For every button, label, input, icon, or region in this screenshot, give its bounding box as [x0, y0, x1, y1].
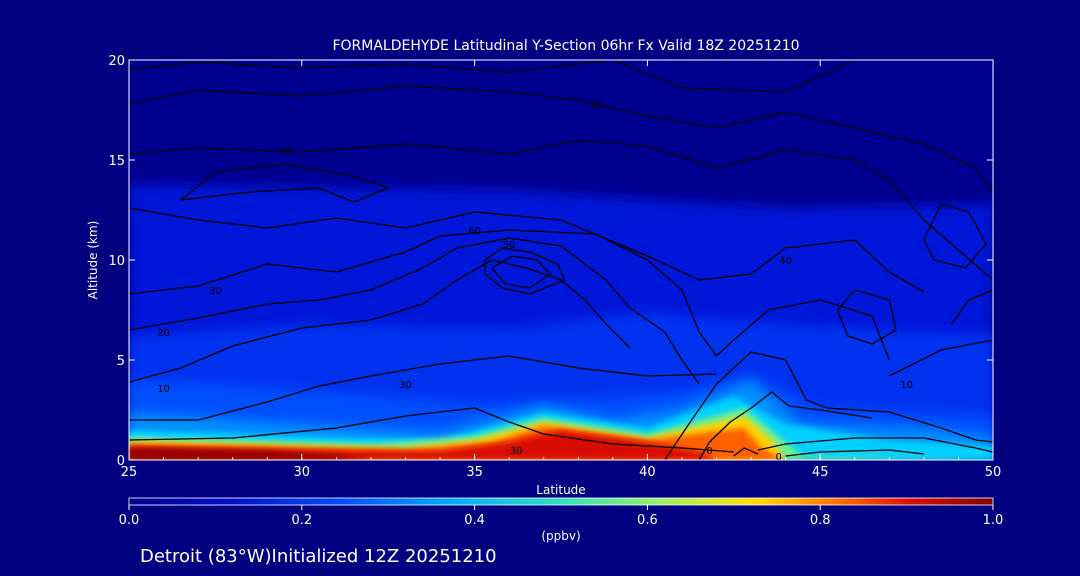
contour-label: 60: [468, 226, 481, 237]
figure: FORMALDEHYDE Latitudinal Y-Section 06hr …: [86, 38, 1004, 567]
contour-label: 30: [399, 380, 412, 391]
x-tick-label: 40: [639, 465, 656, 480]
contour-label: 40: [779, 256, 792, 267]
colorbar-tick-label: 0.2: [291, 513, 312, 528]
colorbar-tick-label: 1.0: [983, 513, 1004, 528]
colorbar: [128, 497, 994, 506]
y-tick-label: 15: [108, 154, 125, 169]
contour-label: 40: [278, 146, 291, 157]
contour-label: 20: [157, 328, 170, 339]
contour-label: 30: [209, 286, 222, 297]
colorbar-ticks: 0.0 0.2 0.4 0.6 0.8 1.0: [119, 505, 1004, 528]
colorbar-tick-label: 0.6: [637, 513, 658, 528]
x-axis-label: Latitude: [536, 483, 585, 497]
y-axis-label: Altitude (km): [86, 221, 100, 300]
y-tick-label: 20: [108, 54, 125, 69]
contour-label: 0: [706, 446, 712, 457]
y-tick-label: 10: [108, 254, 125, 269]
colorbar-tick-label: 0.8: [810, 513, 831, 528]
x-tick-label: 30: [294, 465, 311, 480]
heatmap-fill: [129, 184, 993, 460]
x-tick-label: 50: [985, 465, 1002, 480]
colorbar-tick-label: 0.0: [119, 513, 140, 528]
footer-location: Detroit (83°W)Initialized 12Z 20251210: [140, 546, 497, 567]
contour-label: 70: [589, 100, 602, 111]
contour-label: 10: [900, 380, 913, 391]
x-tick-label: 45: [812, 465, 829, 480]
y-tick-label: 0: [117, 454, 125, 469]
y-tick-label: 5: [117, 354, 125, 369]
contour-label: 50: [503, 240, 516, 251]
contour-label: 10: [157, 384, 170, 395]
contour-label: 0: [776, 452, 782, 463]
colorbar-tick-label: 0.4: [464, 513, 485, 528]
colorbar-units: (ppbv): [541, 529, 580, 543]
chart-title: FORMALDEHYDE Latitudinal Y-Section 06hr …: [332, 38, 799, 54]
contour-label: 30: [510, 446, 523, 457]
x-tick-label: 35: [466, 465, 483, 480]
